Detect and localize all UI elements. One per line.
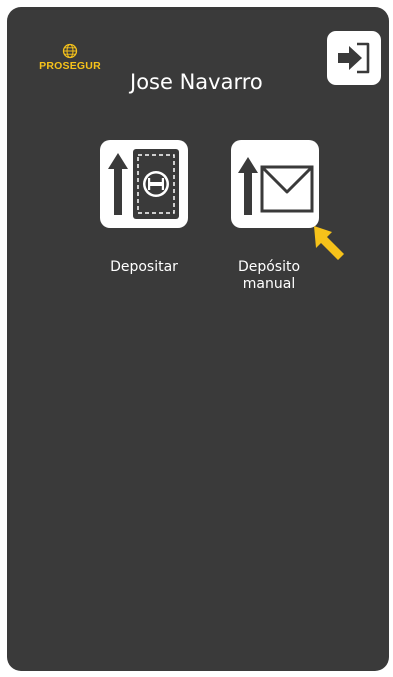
logo-text: PROSEGUR bbox=[39, 60, 101, 72]
prosegur-logo: PROSEGUR bbox=[39, 43, 101, 73]
deposit-button[interactable] bbox=[100, 140, 188, 228]
deposit-label: Depositar bbox=[110, 259, 178, 275]
logout-arrow-icon bbox=[338, 42, 370, 74]
user-name: Jose Navarro bbox=[130, 70, 263, 94]
deposit-cash-icon bbox=[108, 149, 179, 219]
logout-button[interactable] bbox=[327, 31, 381, 85]
globe-icon bbox=[62, 43, 78, 59]
deposit-envelope-icon bbox=[238, 157, 314, 215]
pointer-arrow-icon bbox=[314, 226, 344, 260]
manual-deposit-label: Depósito manual bbox=[237, 259, 301, 292]
manual-deposit-button[interactable] bbox=[231, 140, 319, 228]
main-panel: PROSEGUR Jose Navarro Depositar Depósito… bbox=[7, 7, 389, 671]
